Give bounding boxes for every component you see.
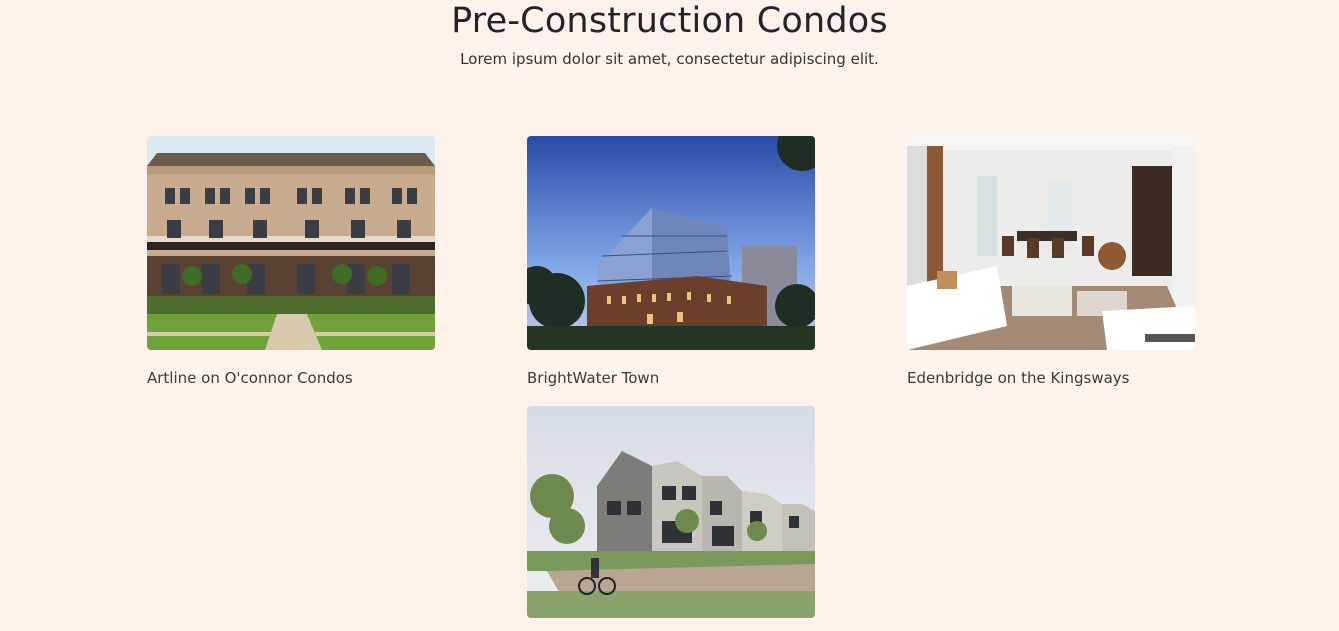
listing-card[interactable] <box>527 406 815 618</box>
listing-name[interactable]: Artline on O'connor Condos <box>147 368 435 388</box>
listing-image[interactable] <box>907 136 1195 350</box>
listing-name[interactable]: Edenbridge on the Kingsways <box>907 368 1195 388</box>
listings-page: Pre-Construction Condos Lorem ipsum dolo… <box>0 0 1339 631</box>
listing-image[interactable] <box>527 406 815 618</box>
modern-townhomes-street-image <box>527 406 815 618</box>
glass-building-dusk-image <box>527 136 815 350</box>
listing-card[interactable]: Artline on O'connor Condos <box>147 136 435 388</box>
listing-card[interactable]: Edenbridge on the Kingsways <box>907 136 1195 388</box>
page-subtitle: Lorem ipsum dolor sit amet, consectetur … <box>460 50 879 68</box>
page-title: Pre-Construction Condos <box>451 1 888 41</box>
listing-image[interactable] <box>147 136 435 350</box>
listing-image[interactable] <box>527 136 815 350</box>
townhouse-facade-image <box>147 136 435 350</box>
listing-name[interactable]: BrightWater Town <box>527 368 815 388</box>
interior-living-room-image <box>907 136 1195 350</box>
listing-card[interactable]: BrightWater Town <box>527 136 815 388</box>
